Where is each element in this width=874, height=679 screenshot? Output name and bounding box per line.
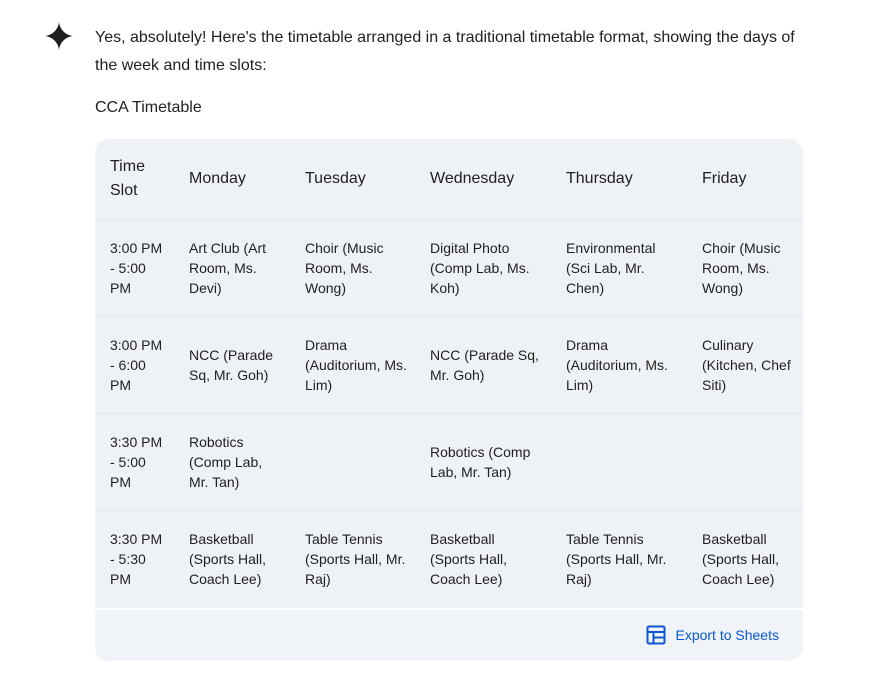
time-slot-cell: 3:00 PM - 5:00 PM	[110, 240, 163, 296]
table-row: 3:30 PM - 5:30 PM Basketball (Sports Hal…	[95, 510, 803, 608]
table-row: 3:30 PM - 5:00 PM Robotics (Comp Lab, Mr…	[95, 413, 803, 511]
column-header-tuesday: Tuesday	[305, 170, 366, 187]
column-header-friday: Friday	[702, 170, 747, 187]
time-slot-cell: 3:00 PM - 6:00 PM	[110, 337, 163, 393]
table-cell: NCC (Parade Sq, Mr. Goh)	[430, 347, 539, 383]
table-cell: Table Tennis (Sports Hall, Mr. Raj)	[566, 531, 667, 588]
time-slot-cell: 3:30 PM - 5:30 PM	[110, 531, 163, 588]
timetable: Time Slot Monday Tuesday Wednesday Thurs…	[95, 139, 803, 608]
sheets-table-icon	[646, 625, 666, 645]
table-cell: Culinary (Kitchen, Chef Siti)	[702, 337, 791, 393]
table-cell: Choir (Music Room, Ms. Wong)	[305, 240, 384, 296]
export-to-sheets-button[interactable]: Export to Sheets	[646, 625, 779, 645]
column-header-wednesday: Wednesday	[430, 170, 515, 187]
table-cell: Basketball (Sports Hall, Coach Lee)	[702, 531, 780, 588]
time-slot-cell: 3:30 PM - 5:00 PM	[110, 434, 163, 490]
table-cell	[290, 414, 415, 511]
table-cell: Choir (Music Room, Ms. Wong)	[702, 240, 781, 296]
table-cell: Environmental (Sci Lab, Mr. Chen)	[566, 240, 656, 296]
table-cell: Basketball (Sports Hall, Coach Lee)	[430, 531, 508, 588]
table-cell: Drama (Auditorium, Ms. Lim)	[566, 337, 668, 393]
table-cell: Basketball (Sports Hall, Coach Lee)	[189, 531, 267, 588]
column-header-time-slot: Time Slot	[110, 158, 145, 199]
table-cell	[551, 414, 687, 511]
table-cell: Robotics (Comp Lab, Mr. Tan)	[430, 444, 531, 480]
table-row: 3:00 PM - 5:00 PM Art Club (Art Room, Ms…	[95, 219, 803, 317]
table-cell: Drama (Auditorium, Ms. Lim)	[305, 337, 407, 393]
table-cell: Art Club (Art Room, Ms. Devi)	[189, 240, 267, 296]
export-to-sheets-label: Export to Sheets	[675, 627, 779, 643]
timetable-card: Time Slot Monday Tuesday Wednesday Thurs…	[95, 139, 803, 661]
column-header-thursday: Thursday	[566, 170, 633, 187]
table-cell	[687, 414, 803, 511]
table-cell: NCC (Parade Sq, Mr. Goh)	[189, 347, 274, 383]
table-cell: Robotics (Comp Lab, Mr. Tan)	[189, 434, 263, 490]
column-header-monday: Monday	[189, 170, 246, 187]
timetable-heading: CCA Timetable	[95, 99, 202, 116]
table-header-row: Time Slot Monday Tuesday Wednesday Thurs…	[95, 139, 803, 220]
sparkle-icon	[45, 22, 73, 50]
table-cell: Table Tennis (Sports Hall, Mr. Raj)	[305, 531, 406, 588]
table-row: 3:00 PM - 6:00 PM NCC (Parade Sq, Mr. Go…	[95, 316, 803, 414]
table-footer: Export to Sheets	[95, 608, 803, 661]
response-intro-text: Yes, absolutely! Here's the timetable ar…	[95, 29, 795, 74]
table-cell: Digital Photo (Comp Lab, Ms. Koh)	[430, 240, 530, 296]
